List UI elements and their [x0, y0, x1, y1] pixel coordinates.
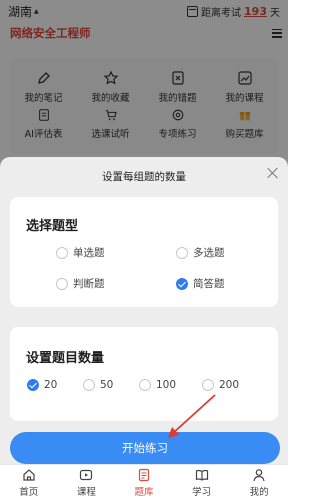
practice-settings-sheet: 设置每组题的数量 选择题型 单选题 多选题 判断题 简答题 设置题目数量 20 …: [0, 157, 288, 500]
radio-checked-icon: [176, 277, 188, 290]
question-count-title: 设置题目数量: [26, 351, 105, 366]
option-count-50[interactable]: 50: [83, 379, 113, 391]
option-label: 多选题: [193, 247, 225, 259]
tab-label: 课程: [76, 486, 96, 498]
home-icon: [23, 468, 35, 481]
question-bank-icon: [138, 468, 150, 481]
tab-label: 我的: [249, 486, 269, 498]
radio-icon: [176, 246, 188, 259]
option-label: 200: [219, 379, 240, 391]
radio-icon: [56, 277, 68, 290]
sheet-title: 设置每组题的数量: [102, 171, 186, 183]
option-label: 20: [44, 379, 58, 391]
play-icon: [80, 469, 93, 480]
tab-home[interactable]: 首页: [0, 465, 58, 500]
radio-icon: [139, 379, 151, 391]
question-type-title: 选择题型: [26, 219, 79, 234]
tab-mine[interactable]: 我的: [230, 465, 288, 500]
option-label: 简答题: [193, 278, 225, 290]
close-icon[interactable]: [266, 166, 280, 180]
bottom-tab-bar: 首页 课程 题库 学习 我的: [0, 464, 288, 500]
radio-icon: [56, 246, 68, 259]
tab-label: 学习: [192, 486, 212, 498]
question-type-card: 选择题型 单选题 多选题 判断题 简答题: [10, 197, 278, 307]
option-label: 50: [100, 379, 114, 391]
option-label: 判断题: [73, 278, 105, 290]
tab-courses[interactable]: 课程: [58, 465, 116, 500]
start-practice-button[interactable]: 开始练习: [10, 432, 280, 464]
option-short-answer[interactable]: 简答题: [176, 276, 225, 291]
option-true-false[interactable]: 判断题: [56, 276, 105, 291]
question-count-card: 设置题目数量 20 50 100 200: [10, 327, 278, 421]
tab-label: 首页: [19, 486, 39, 498]
option-count-20[interactable]: 20: [27, 379, 57, 391]
radio-icon: [83, 379, 95, 391]
option-label: 单选题: [73, 247, 105, 259]
tab-study[interactable]: 学习: [173, 465, 231, 500]
option-multiple-choice[interactable]: 多选题: [176, 245, 225, 260]
book-icon: [195, 469, 208, 481]
user-icon: [253, 468, 265, 481]
option-single-choice[interactable]: 单选题: [56, 245, 105, 260]
tab-question-bank[interactable]: 题库: [115, 465, 173, 500]
annotation-arrow-icon: [168, 394, 216, 438]
tab-label: 题库: [134, 486, 154, 498]
radio-checked-icon: [27, 379, 39, 391]
